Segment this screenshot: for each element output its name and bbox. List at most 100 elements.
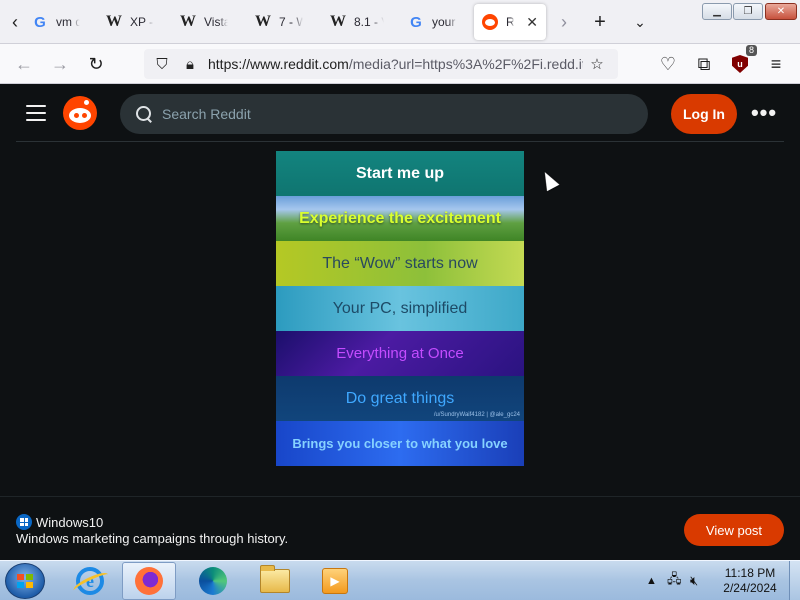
minimize-button[interactable]: ▁ bbox=[702, 3, 732, 20]
google-icon: G bbox=[410, 13, 422, 31]
reload-button[interactable]: ↻ bbox=[84, 52, 108, 76]
taskbar-file-explorer[interactable] bbox=[248, 562, 302, 600]
pocket-button[interactable]: ♡ bbox=[656, 52, 680, 76]
app-menu-button[interactable]: ≡ bbox=[764, 52, 788, 76]
media-band-text: Do great things bbox=[345, 389, 455, 407]
reddit-search-bar[interactable] bbox=[120, 94, 648, 134]
show-desktop-button[interactable] bbox=[789, 561, 800, 600]
system-clock[interactable]: 11:18 PM 2/24/2024 bbox=[716, 566, 784, 596]
windows-taskbar: e ▶ ▲ 🖧︎ 🔇︎ 11:18 PM 2/24/2024 bbox=[0, 560, 800, 600]
media-player-icon: ▶ bbox=[322, 568, 348, 594]
media-band-start-me-up: Start me up bbox=[276, 151, 524, 196]
search-icon bbox=[136, 106, 152, 122]
address-bar[interactable]: ⛉ 🔒︎ https://www.reddit.com/media?url=ht… bbox=[144, 49, 618, 79]
url-path: /media?url=https%3A%2F%2Fi.redd.it%2F bbox=[348, 56, 583, 72]
snoo-face bbox=[69, 108, 91, 123]
reddit-logo[interactable] bbox=[63, 96, 97, 130]
taskbar-firefox[interactable] bbox=[122, 562, 176, 600]
menu-line bbox=[26, 112, 46, 114]
login-button[interactable]: Log In bbox=[671, 94, 737, 134]
puzzle-icon: ⧉ bbox=[697, 53, 711, 74]
restore-icon: ❐ bbox=[743, 6, 753, 17]
folder-icon bbox=[260, 565, 290, 593]
list-all-tabs-button[interactable]: ⌄ bbox=[628, 10, 652, 34]
internet-explorer-icon: e bbox=[76, 567, 104, 595]
chevron-down-icon: ⌄ bbox=[634, 13, 646, 30]
extensions-button[interactable]: ⧉ bbox=[692, 52, 716, 76]
wikipedia-icon: W bbox=[330, 13, 346, 30]
taskbar-internet-explorer[interactable]: e bbox=[63, 562, 117, 600]
volume-tray-icon[interactable]: 🔇︎ bbox=[690, 561, 698, 600]
media-band-simplified: Your PC, simplified bbox=[276, 286, 524, 331]
restore-button[interactable]: ❐ bbox=[733, 3, 763, 20]
more-options-icon[interactable]: ••• bbox=[751, 100, 776, 125]
close-window-button[interactable]: ✕ bbox=[765, 3, 797, 20]
start-button[interactable] bbox=[5, 563, 45, 599]
snoo-eye bbox=[74, 113, 79, 118]
wikipedia-icon: W bbox=[180, 13, 196, 30]
show-hidden-icons-button[interactable]: ▲ bbox=[646, 561, 657, 600]
new-tab-button[interactable]: + bbox=[588, 10, 612, 34]
subreddit-windows-icon bbox=[16, 514, 32, 530]
tab-google-vm[interactable]: G vm do bbox=[24, 4, 88, 40]
tab-google-your[interactable]: G your p bbox=[400, 4, 466, 40]
post-info-bar: Windows10 Windows marketing campaigns th… bbox=[0, 496, 800, 560]
media-band-experience: Experience the excitement bbox=[276, 196, 524, 241]
tab-reddit-active[interactable]: Red ✕ bbox=[474, 4, 546, 40]
post-title: Windows marketing campaigns through hist… bbox=[16, 531, 289, 546]
reload-icon: ↻ bbox=[88, 53, 104, 74]
search-input[interactable] bbox=[162, 106, 622, 122]
tray-arrow-up-icon: ▲ bbox=[646, 575, 657, 587]
wikipedia-icon: W bbox=[106, 13, 122, 30]
post-media-image[interactable]: Start me up Experience the excitement Th… bbox=[276, 151, 524, 466]
firefox-icon bbox=[135, 567, 163, 595]
reddit-header: Log In ••• bbox=[0, 85, 800, 142]
plus-icon: + bbox=[594, 10, 606, 33]
network-icon: 🖧︎ bbox=[667, 571, 682, 586]
snoo-antenna bbox=[84, 100, 89, 105]
tab-strip: ‹ G vm do W XP - W W Vista W 7 - Wi W 8.… bbox=[0, 0, 800, 44]
close-icon: ✕ bbox=[776, 6, 786, 17]
arrow-left-icon: ← bbox=[15, 53, 33, 74]
view-post-button[interactable]: View post bbox=[684, 514, 784, 546]
hamburger-menu-icon: ≡ bbox=[770, 53, 782, 74]
network-tray-icon[interactable]: 🖧︎ bbox=[667, 561, 682, 600]
subreddit-link[interactable]: Windows10 bbox=[16, 514, 103, 530]
shield-icon[interactable]: ⛉ bbox=[152, 54, 172, 74]
tab-wikipedia-vista[interactable]: W Vista bbox=[172, 4, 236, 40]
forward-button[interactable]: → bbox=[48, 52, 72, 76]
tab-wikipedia-7[interactable]: W 7 - Wi bbox=[247, 4, 311, 40]
clock-date: 2/24/2024 bbox=[723, 581, 777, 595]
close-tab-icon[interactable]: ✕ bbox=[526, 14, 538, 31]
minimize-icon: ▁ bbox=[713, 6, 721, 17]
back-button[interactable]: ← bbox=[12, 52, 36, 76]
tab-title: XP - W bbox=[130, 15, 154, 29]
media-credit: /u/SundryWaif4182 | @ale_gc24 bbox=[433, 412, 520, 418]
tab-title: vm do bbox=[56, 15, 80, 29]
blocked-count-badge: 8 bbox=[745, 45, 757, 56]
reddit-icon bbox=[482, 14, 498, 30]
scroll-tabs-right-button[interactable]: › bbox=[552, 8, 576, 36]
media-band-closer: Brings you closer to what you love bbox=[276, 421, 524, 466]
tab-title: 7 - Wi bbox=[279, 15, 303, 29]
clock-time: 11:18 PM bbox=[724, 566, 776, 580]
google-icon: G bbox=[34, 13, 46, 31]
taskbar-edge[interactable] bbox=[186, 562, 240, 600]
tab-title: your p bbox=[432, 15, 458, 29]
ublock-icon: u bbox=[732, 55, 748, 73]
menu-line bbox=[26, 105, 46, 107]
reddit-menu-button[interactable] bbox=[26, 105, 46, 121]
chevron-right-icon: › bbox=[561, 11, 567, 32]
bookmark-star-icon[interactable]: ☆ bbox=[587, 54, 607, 74]
navigation-toolbar: ← → ↻ ⛉ 🔒︎ https://www.reddit.com/media?… bbox=[0, 44, 800, 84]
pocket-icon: ♡ bbox=[659, 53, 677, 74]
chevron-left-icon: ‹ bbox=[12, 11, 18, 32]
lock-icon[interactable]: 🔒︎ bbox=[180, 54, 200, 74]
tab-wikipedia-xp[interactable]: W XP - W bbox=[98, 4, 162, 40]
tab-wikipedia-81[interactable]: W 8.1 - V bbox=[322, 4, 392, 40]
ublock-button[interactable]: u 8 bbox=[728, 45, 757, 76]
url-text[interactable]: https://www.reddit.com/media?url=https%3… bbox=[208, 56, 583, 72]
taskbar-media-player[interactable]: ▶ bbox=[308, 562, 362, 600]
snoo-eye bbox=[82, 113, 87, 118]
media-band-great-things: Do great things /u/SundryWaif4182 | @ale… bbox=[276, 376, 524, 421]
